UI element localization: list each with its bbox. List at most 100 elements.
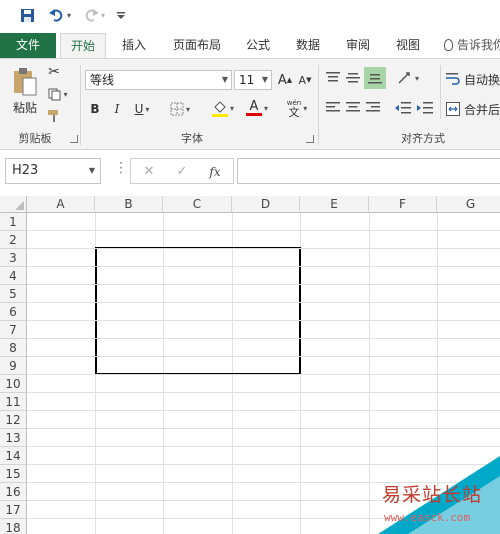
row-header[interactable]: 5 <box>0 285 27 303</box>
font-name-select[interactable]: 等线 ▼ <box>85 70 232 90</box>
grid-line <box>27 266 500 267</box>
grid-line <box>27 410 500 411</box>
formula-input[interactable] <box>237 158 500 184</box>
row-header[interactable]: 9 <box>0 357 27 375</box>
watermark-text: 易采站长站 <box>382 484 483 506</box>
insert-function-icon[interactable]: fx <box>205 162 225 182</box>
format-painter-icon[interactable] <box>44 107 64 125</box>
tab-formulas[interactable]: 公式 <box>236 33 280 58</box>
grid-line <box>27 302 500 303</box>
group-divider <box>80 65 81 145</box>
font-group-label: 字体 <box>181 132 203 145</box>
column-header[interactable]: G <box>437 196 500 213</box>
formula-buttons: ✕ ✓ fx <box>130 158 234 184</box>
tab-view[interactable]: 视图 <box>386 33 430 58</box>
orientation-icon[interactable]: ▾ <box>394 69 422 87</box>
enter-icon[interactable]: ✓ <box>172 162 192 182</box>
row-header[interactable]: 16 <box>0 483 27 501</box>
tell-me-label: 告诉我你 <box>457 38 500 52</box>
copy-icon[interactable]: ▾ <box>44 85 72 103</box>
row-header[interactable]: 3 <box>0 249 27 267</box>
font-color-label: A <box>249 99 259 114</box>
cancel-icon[interactable]: ✕ <box>139 162 159 182</box>
row-header[interactable]: 4 <box>0 267 27 285</box>
column-header[interactable]: D <box>232 196 300 213</box>
tab-page-layout[interactable]: 页面布局 <box>166 33 228 58</box>
tab-home[interactable]: 开始 <box>60 33 106 58</box>
row-header[interactable]: 6 <box>0 303 27 321</box>
watermark-url: www.easck.com <box>384 511 471 524</box>
save-icon[interactable] <box>18 6 36 24</box>
row-header[interactable]: 14 <box>0 447 27 465</box>
fill-color-button[interactable]: ▾ <box>208 97 238 119</box>
wrap-text-button[interactable]: 自动换 <box>446 69 500 89</box>
tab-insert[interactable]: 插入 <box>112 33 156 58</box>
clipboard-icon <box>14 67 37 95</box>
grid-line <box>27 374 500 375</box>
column-header[interactable]: F <box>369 196 437 213</box>
name-box-value: H23 <box>12 163 39 178</box>
merge-icon <box>446 102 460 116</box>
grid-line <box>27 248 500 249</box>
ribbon-tabs: 文件 开始 插入 页面布局 公式 数据 审阅 视图 告诉我你 <box>0 30 500 58</box>
undo-icon[interactable]: ▾ <box>46 6 74 24</box>
italic-button[interactable]: I <box>108 99 126 119</box>
decrease-indent-icon[interactable] <box>394 99 412 117</box>
align-center-icon[interactable] <box>344 99 362 117</box>
formula-bar-grip[interactable]: ⋮ <box>114 160 128 176</box>
tab-review[interactable]: 审阅 <box>336 33 380 58</box>
align-left-icon[interactable] <box>324 99 342 117</box>
select-all-corner[interactable] <box>0 196 27 213</box>
column-header[interactable]: A <box>27 196 95 213</box>
font-size-select[interactable]: 11 ▼ <box>234 70 272 90</box>
shrink-font-button[interactable]: A ▼ <box>296 71 314 89</box>
wrap-text-icon <box>446 73 460 85</box>
bold-button[interactable]: B <box>86 99 104 119</box>
group-divider <box>440 65 441 119</box>
font-launcher-icon[interactable] <box>306 135 314 143</box>
row-header[interactable]: 10 <box>0 375 27 393</box>
paste-button[interactable]: 粘贴 <box>8 65 42 117</box>
row-header[interactable]: 13 <box>0 429 27 447</box>
row-header[interactable]: 8 <box>0 339 27 357</box>
borders-icon <box>170 102 184 116</box>
row-header[interactable]: 17 <box>0 501 27 519</box>
grow-font-button[interactable]: A ▲ <box>276 71 294 89</box>
align-middle-icon[interactable] <box>344 69 362 87</box>
row-header[interactable]: 15 <box>0 465 27 483</box>
name-box[interactable]: H23 ▼ <box>5 158 101 184</box>
row-header[interactable]: 7 <box>0 321 27 339</box>
row-header[interactable]: 12 <box>0 411 27 429</box>
redo-icon[interactable]: ▾ <box>80 6 108 24</box>
merge-center-button[interactable]: 合并后 <box>446 99 500 119</box>
font-color-button[interactable]: A ▾ <box>242 97 272 119</box>
align-bottom-icon[interactable] <box>364 67 386 89</box>
wrap-text-label: 自动换 <box>464 72 500 87</box>
column-header[interactable]: C <box>163 196 232 213</box>
cut-icon[interactable]: ✂ <box>44 63 64 81</box>
grid-line <box>27 446 500 447</box>
row-header[interactable]: 18 <box>0 519 27 534</box>
tell-me-box[interactable]: 告诉我你 <box>444 33 500 58</box>
row-header[interactable]: 11 <box>0 393 27 411</box>
align-right-icon[interactable] <box>364 99 382 117</box>
customize-icon[interactable] <box>114 6 128 24</box>
grid-line <box>27 338 500 339</box>
ribbon: 粘贴 ✂ ▾ 剪贴板 等线 ▼ 11 ▼ A ▲ A ▼ B I U ▾ ▾ ▾ A ▾ w… <box>0 58 500 150</box>
grow-font-label: A <box>277 72 287 88</box>
row-header[interactable]: 1 <box>0 213 27 231</box>
underline-button[interactable]: U ▾ <box>128 99 156 119</box>
paint-bucket-icon <box>211 100 228 117</box>
clipboard-launcher-icon[interactable] <box>70 135 78 143</box>
grid-line <box>27 230 500 231</box>
shrink-font-label: A <box>298 73 307 87</box>
align-top-icon[interactable] <box>324 69 342 87</box>
increase-indent-icon[interactable] <box>416 99 434 117</box>
column-header[interactable]: B <box>95 196 163 213</box>
column-header[interactable]: E <box>300 196 369 213</box>
borders-button[interactable]: ▾ <box>166 99 194 119</box>
tab-data[interactable]: 数据 <box>286 33 330 58</box>
row-header[interactable]: 2 <box>0 231 27 249</box>
tab-file[interactable]: 文件 <box>0 33 56 58</box>
phonetic-guide-button[interactable]: wén 文 ▾ <box>282 97 312 119</box>
